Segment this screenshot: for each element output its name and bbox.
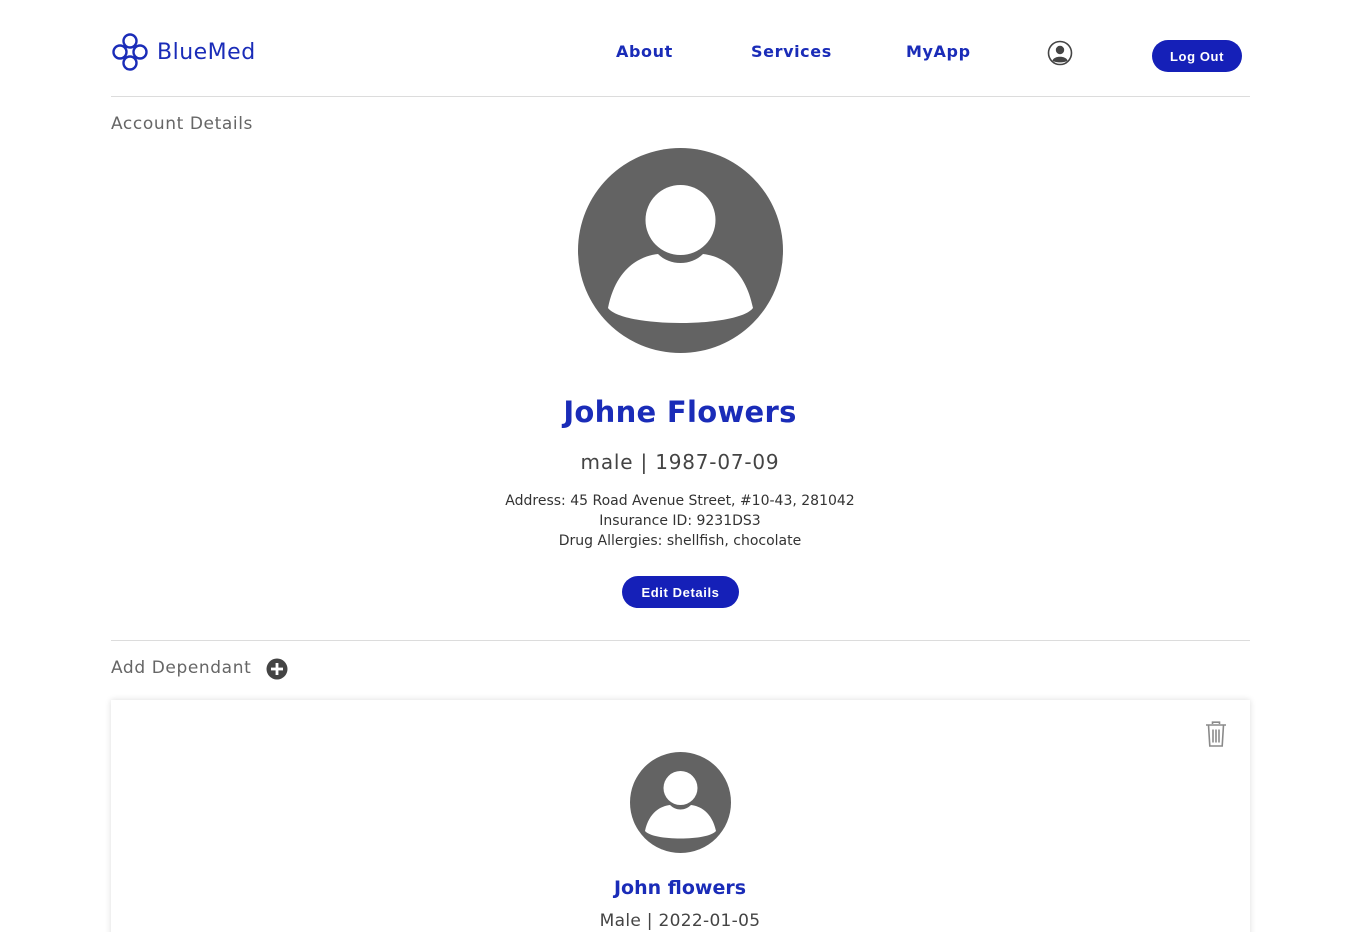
account-holder-name: Johne Flowers xyxy=(563,395,797,429)
nav-about-link[interactable]: About xyxy=(616,42,673,61)
account-gender-dob: male | 1987-07-09 xyxy=(580,450,780,474)
nav-services-link[interactable]: Services xyxy=(751,42,832,61)
account-address: Address: 45 Road Avenue Street, #10-43, … xyxy=(505,493,855,509)
user-avatar-icon xyxy=(578,148,783,353)
dependant-name: John flowers xyxy=(613,877,747,899)
edit-details-button[interactable]: Edit Details xyxy=(622,576,739,608)
nav-myapp-link[interactable]: MyApp xyxy=(906,42,971,61)
logout-button[interactable]: Log Out xyxy=(1152,40,1242,72)
account-page: BlueMed About Services MyApp Log Out Acc… xyxy=(0,0,1360,932)
plus-circle-icon[interactable] xyxy=(266,658,288,680)
dependant-card: John flowers Male | 2022-01-05 xyxy=(111,700,1250,932)
user-circle-icon[interactable] xyxy=(1047,40,1073,66)
account-drug-allergies: Drug Allergies: shellfish, chocolate xyxy=(558,533,802,549)
dependant-avatar-icon xyxy=(630,752,731,853)
top-navigation-bar: BlueMed About Services MyApp Log Out xyxy=(111,0,1250,97)
dependant-gender-dob: Male | 2022-01-05 xyxy=(599,911,761,931)
add-dependant-heading: Add Dependant xyxy=(111,658,252,678)
account-details-heading: Account Details xyxy=(111,114,253,134)
bluemed-logo-icon xyxy=(112,33,148,71)
trash-icon[interactable] xyxy=(1204,720,1228,748)
brand-name: BlueMed xyxy=(157,39,256,65)
bluemed-logo[interactable]: BlueMed xyxy=(111,32,256,72)
account-insurance-id: Insurance ID: 9231DS3 xyxy=(599,513,761,529)
section-divider xyxy=(111,640,1250,641)
